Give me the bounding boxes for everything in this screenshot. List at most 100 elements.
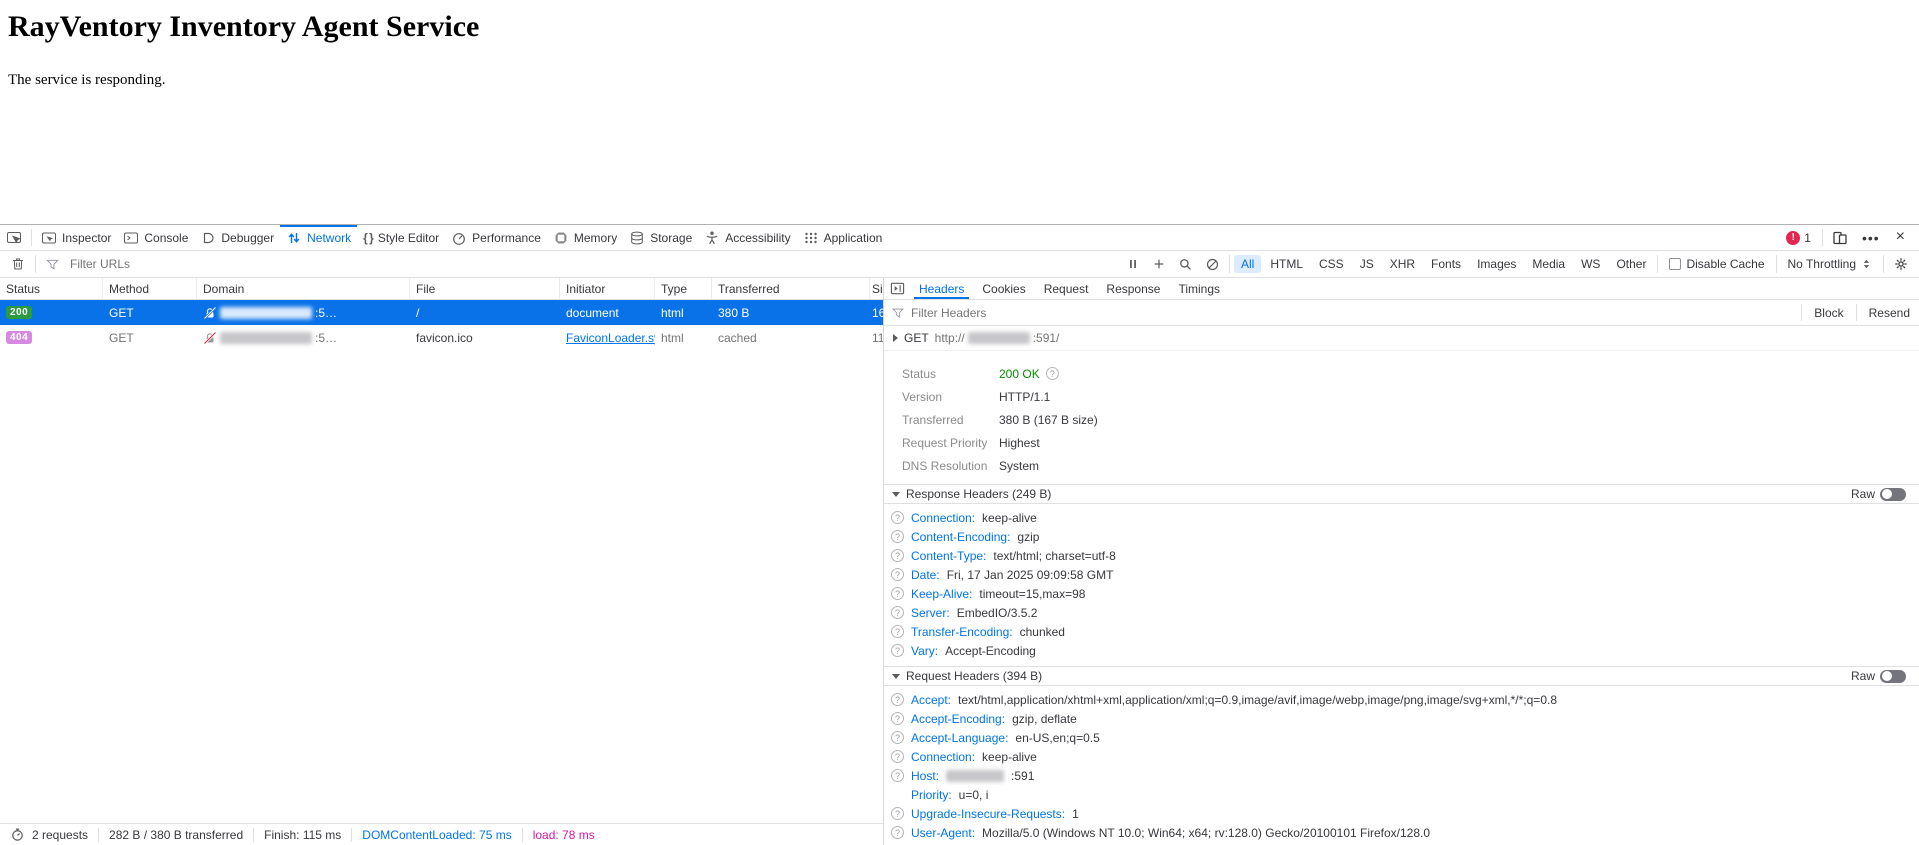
clear-requests-button[interactable] xyxy=(4,256,32,272)
tab-application[interactable]: Application xyxy=(797,225,889,250)
raw-toggle-control[interactable]: Raw xyxy=(1851,487,1911,501)
filter-type-js[interactable]: JS xyxy=(1353,255,1381,273)
details-tab-timings[interactable]: Timings xyxy=(1169,278,1229,299)
tab-label: Style Editor xyxy=(378,231,439,245)
column-header-initiator[interactable]: Initiator xyxy=(560,278,655,299)
help-icon[interactable]: ? xyxy=(891,587,904,600)
block-requests-button[interactable] xyxy=(1199,257,1226,272)
tab-network[interactable]: Network xyxy=(280,225,357,250)
help-icon[interactable]: ? xyxy=(891,511,904,524)
header-name: Content-Type: xyxy=(911,549,986,563)
responsive-design-mode-button[interactable] xyxy=(1826,230,1854,246)
request-row-root[interactable]: 200 GET :5… / document html 380 B 16 xyxy=(0,300,883,325)
help-icon[interactable]: ? xyxy=(891,693,904,706)
summary-row-status: Status 200 OK ? xyxy=(884,362,1919,385)
requests-count[interactable]: 2 requests xyxy=(32,828,88,842)
filter-urls-input[interactable] xyxy=(68,256,1120,272)
collapse-details-button[interactable] xyxy=(884,278,910,299)
status-value: 200 OK xyxy=(999,367,1040,381)
tab-style-editor[interactable]: { } Style Editor xyxy=(357,225,445,250)
header-value: gzip xyxy=(1017,530,1039,544)
close-devtools-button[interactable]: × xyxy=(1888,228,1915,248)
disable-cache-control[interactable]: Disable Cache xyxy=(1661,257,1772,271)
details-tab-response[interactable]: Response xyxy=(1097,278,1169,299)
help-icon[interactable]: ? xyxy=(891,731,904,744)
network-settings-button[interactable] xyxy=(1887,256,1915,272)
tab-storage[interactable]: Storage xyxy=(623,225,698,250)
domain-cell: :5… xyxy=(197,325,410,350)
table-body: 200 GET :5… / document html 380 B 16 404 xyxy=(0,300,883,823)
column-header-domain[interactable]: Domain xyxy=(197,278,410,299)
error-icon: ! xyxy=(1786,231,1800,245)
response-headers-section-header[interactable]: Response Headers (249 B) Raw xyxy=(884,484,1919,504)
filter-type-other[interactable]: Other xyxy=(1609,255,1653,273)
request-url-row[interactable]: GET http:// :591/ xyxy=(884,326,1919,351)
raw-toggle-control[interactable]: Raw xyxy=(1851,669,1911,683)
column-header-file[interactable]: File xyxy=(410,278,560,299)
help-icon[interactable]: ? xyxy=(891,606,904,619)
details-tabbar: Headers Cookies Request Response Timings xyxy=(884,278,1919,300)
filter-type-css[interactable]: CSS xyxy=(1312,255,1351,273)
summary-row-dns: DNS Resolution System xyxy=(884,454,1919,477)
request-headers-section-header[interactable]: Request Headers (394 B) Raw xyxy=(884,666,1919,686)
block-button[interactable]: Block xyxy=(1805,306,1852,320)
tab-label: Debugger xyxy=(221,231,274,245)
help-icon[interactable]: ? xyxy=(891,826,904,839)
column-header-size[interactable]: Si xyxy=(870,278,884,299)
disable-cache-checkbox[interactable] xyxy=(1669,258,1681,270)
help-icon[interactable]: ? xyxy=(891,644,904,657)
pick-element-button[interactable] xyxy=(0,225,28,250)
filter-type-fonts[interactable]: Fonts xyxy=(1424,255,1468,273)
filter-headers-input[interactable] xyxy=(909,305,1798,321)
tab-debugger[interactable]: Debugger xyxy=(194,225,280,250)
help-icon[interactable]: ? xyxy=(891,530,904,543)
filter-type-ws[interactable]: WS xyxy=(1574,255,1607,273)
type-cell: html xyxy=(655,325,712,350)
column-header-transferred[interactable]: Transferred xyxy=(712,278,870,299)
help-icon[interactable]: ? xyxy=(891,712,904,725)
help-icon[interactable]: ? xyxy=(891,549,904,562)
redacted-domain xyxy=(220,307,312,319)
help-icon[interactable]: ? xyxy=(891,769,904,782)
filter-type-all[interactable]: All xyxy=(1234,255,1261,273)
resend-button[interactable]: Resend xyxy=(1860,306,1919,320)
initiator-link[interactable]: FaviconLoader.sys… xyxy=(566,331,655,345)
search-button[interactable] xyxy=(1172,257,1199,272)
raw-toggle-switch[interactable] xyxy=(1880,488,1906,501)
divider xyxy=(35,255,36,273)
filter-type-images[interactable]: Images xyxy=(1470,255,1523,273)
error-count-button[interactable]: ! 1 xyxy=(1778,231,1819,245)
domain-cell: :5… xyxy=(197,300,410,325)
help-icon[interactable]: ? xyxy=(891,807,904,820)
filter-type-html[interactable]: HTML xyxy=(1263,255,1310,273)
redacted-host xyxy=(968,332,1030,344)
raw-toggle-switch[interactable] xyxy=(1880,670,1906,683)
header-value: gzip, deflate xyxy=(1012,712,1077,726)
help-icon[interactable]: ? xyxy=(1046,367,1059,380)
details-tab-request[interactable]: Request xyxy=(1035,278,1098,299)
load-time: load: 78 ms xyxy=(533,828,595,842)
header-row: ?Accept:text/html,application/xhtml+xml,… xyxy=(884,690,1919,709)
devtools-menu-button[interactable]: ••• xyxy=(1854,230,1888,246)
details-tab-headers[interactable]: Headers xyxy=(910,278,973,299)
help-icon[interactable]: ? xyxy=(891,568,904,581)
filter-type-xhr[interactable]: XHR xyxy=(1383,255,1422,273)
divider xyxy=(1856,304,1857,321)
tab-console[interactable]: Console xyxy=(117,225,194,250)
tab-inspector[interactable]: Inspector xyxy=(35,225,117,250)
details-tab-cookies[interactable]: Cookies xyxy=(973,278,1034,299)
throttling-select[interactable]: No Throttling xyxy=(1780,257,1880,271)
new-request-button[interactable] xyxy=(1146,257,1172,271)
pause-requests-button[interactable] xyxy=(1120,257,1146,271)
filter-type-media[interactable]: Media xyxy=(1525,255,1572,273)
trash-icon xyxy=(10,256,26,272)
tab-memory[interactable]: Memory xyxy=(547,225,623,250)
column-header-method[interactable]: Method xyxy=(103,278,197,299)
help-icon[interactable]: ? xyxy=(891,750,904,763)
column-header-status[interactable]: Status xyxy=(0,278,103,299)
tab-accessibility[interactable]: Accessibility xyxy=(698,225,796,250)
tab-performance[interactable]: Performance xyxy=(445,225,547,250)
request-row-favicon[interactable]: 404 GET :5… favicon.ico FaviconLoader.sy… xyxy=(0,325,883,350)
help-icon[interactable]: ? xyxy=(891,625,904,638)
column-header-type[interactable]: Type xyxy=(655,278,712,299)
